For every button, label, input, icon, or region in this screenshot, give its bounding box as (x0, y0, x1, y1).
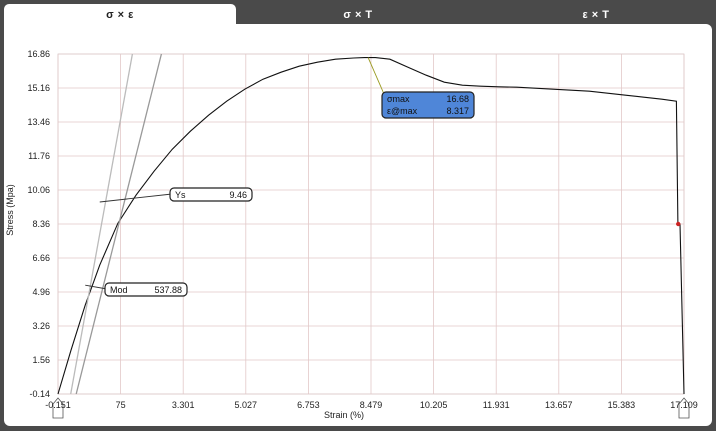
x-tick-label: -0.151 (45, 400, 71, 410)
y-tick-label: 3.26 (32, 321, 50, 331)
annotation-ys[interactable]: Ys 9.46 (169, 187, 253, 202)
annotation-value: 16.68 (446, 94, 469, 104)
annotation-label: Mod (110, 285, 128, 295)
y-tick-label: 1.56 (32, 355, 50, 365)
chart-panel: -0.151 75 3.301 5.027 6.753 8.479 10.205 11.931… (4, 24, 712, 426)
y-tick-label: 10.06 (27, 185, 50, 195)
tab-strain-temperature[interactable]: ε × T (480, 4, 712, 26)
tab-bar: σ × ε σ × T ε × T (0, 0, 716, 26)
y-tick-label: 4.96 (32, 287, 50, 297)
tab-label: σ × ε (106, 9, 134, 21)
x-tick-label: 10.205 (420, 400, 448, 410)
annotation-label: ε@max (387, 106, 418, 116)
x-tick-label: 6.753 (297, 400, 320, 410)
annotation-value: 9.46 (229, 190, 247, 200)
y-tick-label: 8.36 (32, 219, 50, 229)
y-tick-label: 15.16 (27, 83, 50, 93)
x-tick-label: 3.301 (172, 400, 195, 410)
tab-stress-strain[interactable]: σ × ε (4, 4, 236, 26)
x-tick-label: 5.027 (235, 400, 258, 410)
x-axis-label: Strain (%) (324, 410, 364, 420)
y-tick-label: 13.46 (27, 117, 50, 127)
tab-stress-temperature[interactable]: σ × T (240, 4, 476, 26)
tab-label: σ × T (343, 9, 373, 21)
annotation-value: 8.317 (446, 106, 469, 116)
y-axis-label: Stress (Mpa) (5, 184, 15, 236)
x-tick-label: 75 (116, 400, 126, 410)
x-tick-label: 11.931 (483, 400, 510, 410)
tab-label: ε × T (582, 9, 610, 21)
annotation-mod[interactable]: Mod 537.88 (104, 282, 188, 297)
x-tick-label: 17.109 (670, 400, 698, 410)
x-tick-label: 8.479 (360, 400, 383, 410)
x-tick-label: 13.657 (545, 400, 573, 410)
annotation-value: 537.88 (154, 285, 182, 295)
annotation-max[interactable]: σmax 16.68 ε@max 8.317 (381, 91, 475, 119)
stress-strain-chart: -0.151 75 3.301 5.027 6.753 8.479 10.205 11.931… (5, 49, 698, 420)
annotation-leader-max (367, 57, 385, 95)
annotation-label: σmax (387, 94, 410, 104)
x-tick-label: 15.383 (608, 400, 636, 410)
y-tick-label: -0.14 (29, 389, 50, 399)
data-point-marker (676, 221, 681, 227)
y-tick-label: 16.86 (27, 49, 50, 59)
annotation-label: Ys (175, 190, 186, 200)
y-tick-label: 11.76 (28, 151, 50, 161)
y-tick-label: 6.66 (32, 253, 50, 263)
